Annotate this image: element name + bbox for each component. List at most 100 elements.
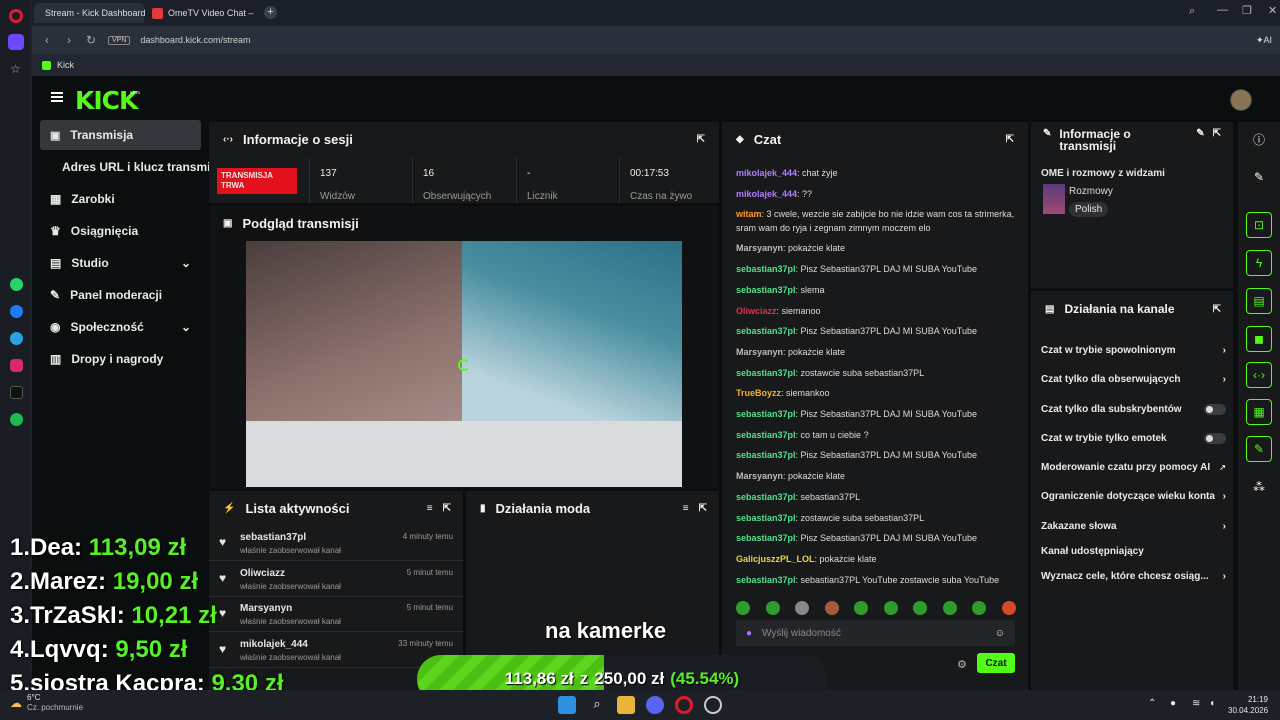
minimize-button[interactable]: — xyxy=(1217,4,1228,16)
wrench-icon[interactable]: ✎ xyxy=(1246,436,1272,462)
chat-username[interactable]: Marsyanyn xyxy=(736,471,783,481)
filter-icon[interactable]: ≡ xyxy=(427,503,433,514)
category-name[interactable]: Rozmowy xyxy=(1069,186,1113,197)
emote-icon[interactable] xyxy=(913,601,928,615)
option-sharing-channel[interactable]: Kanał udostępniający xyxy=(1041,546,1226,557)
tab-ometv[interactable]: OmeTV Video Chat – xyxy=(146,3,266,23)
nav-transmisja[interactable]: ▣ Transmisja xyxy=(40,120,201,150)
chat-username[interactable]: sebastian37pl xyxy=(736,430,796,440)
tiktok-icon[interactable] xyxy=(10,386,23,399)
menu-icon[interactable] xyxy=(51,92,63,102)
messenger-icon[interactable] xyxy=(10,305,23,318)
chat-username[interactable]: sebastian37pl xyxy=(736,492,796,502)
activity-user[interactable]: sebastian37pl xyxy=(240,532,306,543)
close-window-button[interactable]: ✕ xyxy=(1268,4,1277,17)
chat-username[interactable]: mikolajek_444 xyxy=(736,189,797,199)
chat-username[interactable]: sebastian37pl xyxy=(736,326,796,336)
chat-username[interactable]: sebastian37pl xyxy=(736,575,796,585)
kick-logo[interactable]: KICK xyxy=(75,86,138,115)
clock[interactable]: 21:19 30.04.2026 xyxy=(1228,694,1268,716)
chat-username[interactable]: Marsyanyn xyxy=(736,243,783,253)
nav-spolecznosc[interactable]: ◉ Społeczność ⌄ xyxy=(40,312,201,342)
opera-logo-icon[interactable] xyxy=(9,9,23,23)
chat-send-button[interactable]: Czat xyxy=(977,653,1015,673)
file-explorer-icon[interactable] xyxy=(617,696,635,714)
emote-icon[interactable] xyxy=(736,601,750,615)
avatar[interactable] xyxy=(1230,89,1252,111)
obs-icon[interactable] xyxy=(704,696,722,714)
emote-icon[interactable] xyxy=(795,601,810,615)
filter-icon[interactable]: ≡ xyxy=(683,503,689,514)
screenshot-icon[interactable]: ⊡ xyxy=(1246,212,1272,238)
home-icon[interactable] xyxy=(8,34,24,50)
popout-icon[interactable]: ⇱ xyxy=(1213,128,1221,139)
chat-username[interactable]: mikolajek_444 xyxy=(736,168,797,178)
emote-icon[interactable] xyxy=(942,601,957,615)
spotify-icon[interactable] xyxy=(10,413,23,426)
chat-username[interactable]: sebastian37pl xyxy=(736,285,796,295)
bookmark-kick[interactable]: Kick xyxy=(57,60,74,70)
document-icon[interactable]: ▤ xyxy=(1246,288,1272,314)
url-field[interactable]: dashboard.kick.com/stream xyxy=(140,35,1020,45)
chat-settings-icon[interactable]: ⚙ xyxy=(957,658,967,671)
chat-input[interactable]: ● Wyślij wiadomość ☺ xyxy=(736,620,1015,646)
discord-icon[interactable] xyxy=(646,696,664,714)
chat-username[interactable]: sebastian37pl xyxy=(736,513,796,523)
popout-icon[interactable]: ⇱ xyxy=(1213,304,1221,315)
wifi-icon[interactable]: ≋ xyxy=(1192,698,1200,709)
vpn-badge[interactable]: VPN xyxy=(108,35,131,45)
chat-username[interactable]: sebastian37pl xyxy=(736,368,796,378)
option-set-goals[interactable]: Wyznacz cele, które chcesz osiąg... › xyxy=(1041,571,1226,582)
popout-icon[interactable]: ⇱ xyxy=(1006,134,1014,145)
nav-studio[interactable]: ▤ Studio ⌄ xyxy=(40,248,201,278)
stream-preview-video[interactable] xyxy=(246,241,682,487)
tab-kick-dashboard[interactable]: Stream - Kick Dashboard xyxy=(34,3,146,23)
apps-icon[interactable]: ⁂ xyxy=(1246,474,1272,500)
chat-username[interactable]: sebastian37pl xyxy=(736,264,796,274)
volume-icon[interactable]: ◖ xyxy=(1209,698,1215,709)
option-slow-mode[interactable]: Czat w trybie spowolnionym › xyxy=(1041,345,1226,356)
popout-icon[interactable]: ⇱ xyxy=(699,503,707,514)
back-icon[interactable]: ‹ xyxy=(36,33,58,47)
popout-icon[interactable]: ⇱ xyxy=(697,134,705,145)
opera-taskbar-icon[interactable] xyxy=(675,696,693,714)
emote-icon[interactable] xyxy=(972,601,987,615)
chat-username[interactable]: sebastian37pl xyxy=(736,409,796,419)
emote-icon[interactable] xyxy=(883,601,898,615)
emote-icon[interactable] xyxy=(765,601,780,615)
nav-dropy[interactable]: ▥ Dropy i nagrody xyxy=(40,344,201,374)
option-banned-words[interactable]: Zakazane słowa › xyxy=(1041,521,1226,532)
search-icon[interactable]: ⌕ xyxy=(588,696,606,714)
emote-icon[interactable] xyxy=(854,601,869,615)
whatsapp-icon[interactable] xyxy=(10,278,23,291)
storage-icon[interactable]: ▦ xyxy=(1246,399,1272,425)
nav-zarobki[interactable]: ▦ Zarobki xyxy=(40,184,201,214)
emote-icon[interactable] xyxy=(1001,601,1016,615)
option-subscribers-only[interactable]: Czat tylko dla subskrybentów xyxy=(1041,404,1226,415)
chat-username[interactable]: GalicjuszzPL_LOL xyxy=(736,554,815,564)
option-emote-only[interactable]: Czat w trybie tylko emotek xyxy=(1041,433,1226,444)
emote-only-toggle[interactable] xyxy=(1204,433,1226,444)
chat-username[interactable]: Oliwciazz xyxy=(736,306,777,316)
nav-panel-moderacji[interactable]: ✎ Panel moderacji xyxy=(40,280,201,310)
microphone-icon[interactable]: ● xyxy=(1170,698,1176,709)
popout-icon[interactable]: ⇱ xyxy=(443,503,451,514)
bolt-icon[interactable]: ϟ xyxy=(1246,250,1272,276)
instagram-icon[interactable] xyxy=(10,359,23,372)
nav-stream-url-key[interactable]: Adres URL i klucz transmisji xyxy=(40,152,224,182)
chat-username[interactable]: sebastian37pl xyxy=(736,533,796,543)
nav-osiagniecia[interactable]: ♛ Osiągnięcia xyxy=(40,216,201,246)
microphone-icon[interactable]: ● xyxy=(746,628,752,639)
star-icon[interactable]: ☆ xyxy=(10,62,21,76)
tray-chevron-icon[interactable]: ⌃ xyxy=(1148,698,1156,709)
edit-icon[interactable]: ✎ xyxy=(1196,128,1204,139)
chat-bubble-icon[interactable]: ◼ xyxy=(1246,326,1272,352)
search-tabs-icon[interactable]: ⌕ xyxy=(1189,5,1195,18)
windows-start-icon[interactable] xyxy=(558,696,576,714)
maximize-button[interactable]: ❐ xyxy=(1242,4,1252,17)
subscribers-only-toggle[interactable] xyxy=(1204,404,1226,415)
option-followers-only[interactable]: Czat tylko dla obserwujących › xyxy=(1041,374,1226,385)
activity-user[interactable]: Marsyanyn xyxy=(240,603,292,614)
chat-username[interactable]: sebastian37pl xyxy=(736,450,796,460)
forward-icon[interactable]: › xyxy=(58,33,80,47)
